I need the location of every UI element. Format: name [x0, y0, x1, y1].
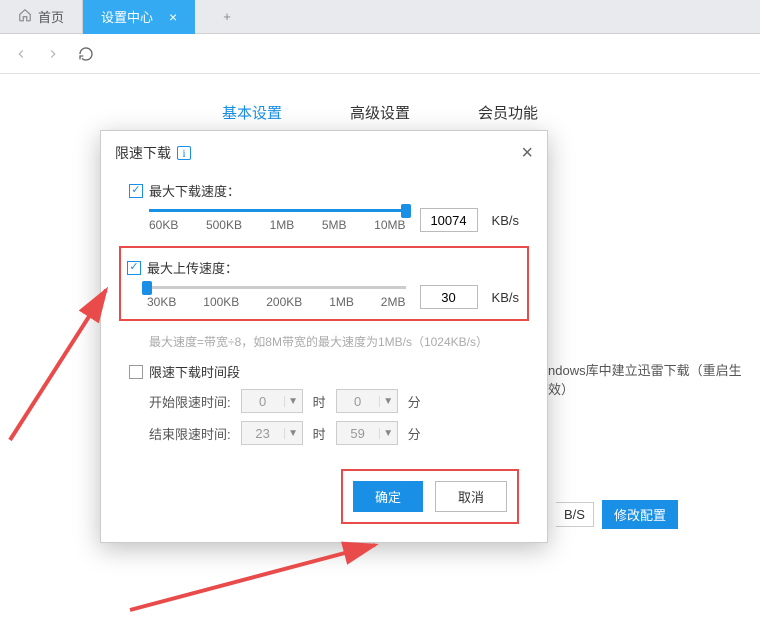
button-highlight-box: 确定 取消	[341, 469, 519, 524]
chevron-down-icon: ▼	[284, 396, 302, 407]
dialog-header: 限速下载 i ×	[101, 131, 547, 171]
end-time-row: 结束限速时间: 23▼ 时 59▼ 分	[149, 421, 519, 445]
download-slider[interactable]: 60KB 500KB 1MB 5MB 10MB	[149, 209, 406, 232]
speed-limit-dialog: 限速下载 i × 最大下载速度： 60KB 500KB 1MB	[100, 130, 548, 543]
download-checkbox[interactable]	[129, 184, 143, 198]
chevron-down-icon: ▼	[379, 396, 397, 407]
chevron-down-icon: ▼	[379, 428, 397, 439]
dialog-footer: 确定 取消	[101, 467, 547, 542]
end-time-label: 结束限速时间:	[149, 424, 231, 443]
download-speed-block: 最大下载速度： 60KB 500KB 1MB 5MB 10MB KB/s	[129, 181, 519, 232]
upload-highlight-box: 最大上传速度： 30KB 100KB 200KB 1MB 2MB KB/	[119, 246, 529, 321]
download-label: 最大下载速度：	[149, 181, 240, 200]
tab-home[interactable]: 首页	[0, 0, 83, 34]
tab-close-icon[interactable]: ×	[169, 9, 177, 25]
chevron-down-icon: ▼	[284, 428, 302, 439]
plus-icon: +	[213, 9, 241, 24]
upload-slider[interactable]: 30KB 100KB 200KB 1MB 2MB	[147, 286, 406, 309]
download-value-input[interactable]	[420, 208, 478, 232]
tab-home-label: 首页	[38, 7, 64, 26]
modify-config-button[interactable]: 修改配置	[602, 500, 678, 529]
start-time-label: 开始限速时间:	[149, 392, 231, 411]
bg-speed-config: B/S 修改配置	[556, 500, 678, 529]
tab-settings-label: 设置中心	[101, 7, 153, 26]
upload-checkbox[interactable]	[127, 261, 141, 275]
bg-library-text: ndows库中建立迅雷下载（重启生效）	[548, 360, 760, 398]
upload-value-input[interactable]	[420, 285, 478, 309]
speed-hint: 最大速度=带宽÷8，如8M带宽的最大速度为1MB/s（1024KB/s）	[149, 333, 519, 350]
cancel-button[interactable]: 取消	[435, 481, 507, 512]
schedule-label: 限速下载时间段	[149, 362, 240, 381]
browser-tabbar: 首页 设置中心 × +	[0, 0, 760, 34]
start-time-row: 开始限速时间: 0▼ 时 0▼ 分	[149, 389, 519, 413]
download-unit: KB/s	[492, 213, 519, 228]
start-hour-select[interactable]: 0▼	[241, 389, 303, 413]
forward-button[interactable]	[46, 47, 60, 61]
home-icon	[18, 8, 32, 25]
info-icon[interactable]: i	[177, 146, 191, 160]
tab-settings[interactable]: 设置中心 ×	[83, 0, 195, 34]
refresh-button[interactable]	[78, 46, 94, 62]
bg-unit: B/S	[556, 502, 594, 527]
ok-button[interactable]: 确定	[353, 481, 423, 512]
close-icon[interactable]: ×	[521, 143, 533, 163]
back-button[interactable]	[14, 47, 28, 61]
start-min-select[interactable]: 0▼	[336, 389, 398, 413]
upload-unit: KB/s	[492, 290, 519, 305]
dialog-title: 限速下载	[115, 143, 171, 163]
browser-navbar	[0, 34, 760, 74]
new-tab-button[interactable]: +	[195, 0, 259, 34]
end-hour-select[interactable]: 23▼	[241, 421, 303, 445]
schedule-checkbox[interactable]	[129, 365, 143, 379]
upload-label: 最大上传速度：	[147, 258, 238, 277]
end-min-select[interactable]: 59▼	[336, 421, 398, 445]
